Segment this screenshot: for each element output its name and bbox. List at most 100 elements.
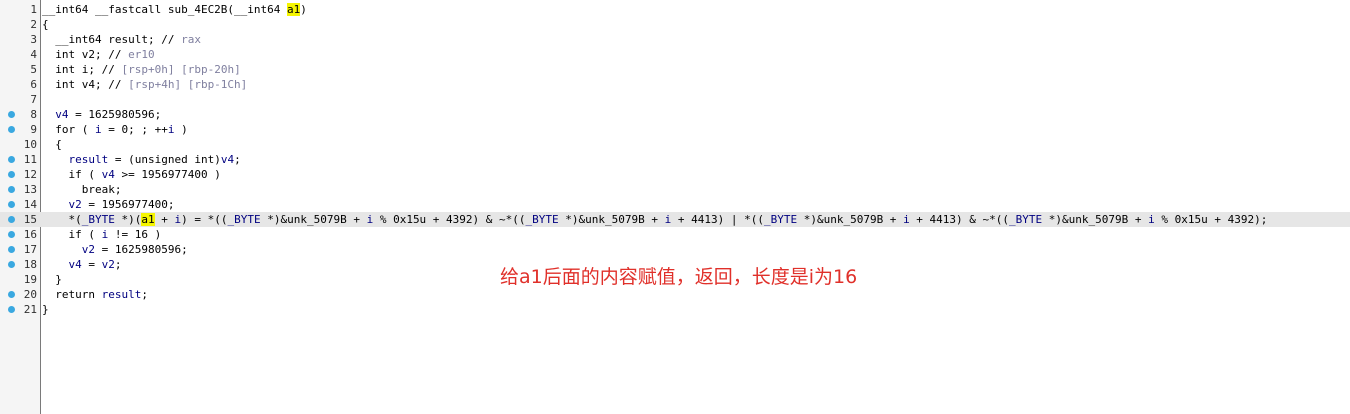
code-token[interactable]: ; — [141, 288, 148, 301]
code-token[interactable] — [42, 108, 55, 121]
code-token[interactable]: v4 — [69, 258, 82, 271]
code-token[interactable]: i — [903, 213, 910, 226]
code-text[interactable]: v2 = 1625980596; — [42, 242, 188, 257]
code-text[interactable]: v2 = 1956977400; — [42, 197, 175, 212]
code-token[interactable]: *( — [42, 213, 81, 226]
code-token[interactable]: *)( — [115, 213, 141, 226]
code-comment[interactable]: [rsp+4h] [rbp-1Ch] — [128, 78, 247, 91]
highlighted-identifier[interactable]: a1 — [287, 3, 301, 16]
code-token[interactable]: *)&unk_5079B + — [261, 213, 367, 226]
code-text[interactable]: break; — [42, 182, 122, 197]
code-token[interactable]: ) — [300, 3, 307, 16]
code-text[interactable]: result = (unsigned int)v4; — [42, 152, 241, 167]
code-token[interactable]: = 1956977400; — [82, 198, 174, 211]
code-token[interactable]: = 0; ; ++ — [102, 123, 168, 136]
code-token[interactable]: return — [42, 288, 102, 301]
code-token[interactable]: { — [42, 18, 49, 31]
code-token[interactable]: } — [42, 303, 49, 316]
code-token[interactable]: result — [69, 153, 109, 166]
code-token[interactable]: _BYTE — [82, 213, 115, 226]
code-token[interactable]: __int64 result; // — [42, 33, 181, 46]
code-token[interactable]: != 16 ) — [108, 228, 161, 241]
code-token[interactable]: v2 — [82, 243, 95, 256]
code-token[interactable]: + 4413) & ~*(( — [910, 213, 1009, 226]
code-token[interactable]: v4 — [55, 108, 68, 121]
code-text[interactable]: for ( i = 0; ; ++i ) — [42, 122, 188, 137]
code-line[interactable]: 11 result = (unsigned int)v4; — [0, 152, 1350, 167]
code-token[interactable]: _BYTE — [1009, 213, 1042, 226]
code-token[interactable]: i — [95, 123, 102, 136]
code-token[interactable]: _BYTE — [526, 213, 559, 226]
code-text[interactable]: v4 = v2; — [42, 257, 122, 272]
code-token[interactable]: ; — [234, 153, 241, 166]
code-token[interactable] — [42, 153, 69, 166]
code-token[interactable]: int v2; // — [42, 48, 128, 61]
highlighted-identifier[interactable]: a1 — [141, 213, 155, 226]
code-line[interactable]: 5 int i; // [rsp+0h] [rbp-20h] — [0, 62, 1350, 77]
code-text[interactable]: { — [42, 17, 49, 32]
code-text[interactable]: __int64 __fastcall sub_4EC2B(__int64 a1) — [42, 2, 307, 17]
code-line[interactable]: 9 for ( i = 0; ; ++i ) — [0, 122, 1350, 137]
code-line[interactable]: 2{ — [0, 17, 1350, 32]
code-token[interactable]: _BYTE — [764, 213, 797, 226]
code-token[interactable]: + 4413) | *(( — [671, 213, 764, 226]
code-token[interactable]: int i; // — [42, 63, 121, 76]
code-text[interactable]: return result; — [42, 287, 148, 302]
code-token[interactable]: __int64 __fastcall sub_4EC2B(__int64 — [42, 3, 287, 16]
code-text[interactable]: } — [42, 302, 49, 317]
code-token[interactable]: if ( — [42, 228, 102, 241]
code-token[interactable]: result — [102, 288, 142, 301]
code-line[interactable]: 1 __int64 __fastcall sub_4EC2B(__int64 a1… — [0, 2, 1350, 17]
code-token[interactable]: v4 — [221, 153, 234, 166]
code-token[interactable]: } — [42, 273, 62, 286]
code-text[interactable]: __int64 result; // rax — [42, 32, 201, 47]
code-text[interactable]: } — [42, 272, 62, 287]
code-token[interactable]: for ( — [42, 123, 95, 136]
code-line[interactable]: 13 break; — [0, 182, 1350, 197]
code-line[interactable]: 15 *(_BYTE *)(a1 + i) = *((_BYTE *)&unk_… — [0, 212, 1350, 227]
code-token[interactable]: % 0x15u + 4392) & ~*(( — [373, 213, 526, 226]
code-text[interactable]: if ( v4 >= 1956977400 ) — [42, 167, 220, 182]
code-text[interactable]: { — [42, 137, 62, 152]
code-token[interactable]: = 1625980596; — [95, 243, 188, 256]
code-comment[interactable]: er10 — [128, 48, 155, 61]
code-line[interactable]: 6 int v4; // [rsp+4h] [rbp-1Ch] — [0, 77, 1350, 92]
code-token[interactable]: % 0x15u + 4392); — [1155, 213, 1267, 226]
code-token[interactable]: ; — [115, 258, 122, 271]
code-token[interactable]: = (unsigned int) — [108, 153, 221, 166]
code-line[interactable]: 10 { — [0, 137, 1350, 152]
code-token[interactable]: _BYTE — [227, 213, 260, 226]
code-token[interactable]: *)&unk_5079B + — [797, 213, 903, 226]
code-token[interactable]: break; — [42, 183, 122, 196]
code-line[interactable]: 4 int v2; // er10 — [0, 47, 1350, 62]
code-token[interactable]: *)&unk_5079B + — [559, 213, 665, 226]
code-token[interactable] — [42, 198, 69, 211]
code-line[interactable]: 20 return result; — [0, 287, 1350, 302]
code-comment[interactable]: [rsp+0h] [rbp-20h] — [121, 63, 240, 76]
code-line[interactable]: 3 __int64 result; // rax — [0, 32, 1350, 47]
code-token[interactable]: + — [155, 213, 175, 226]
code-token[interactable]: ) — [174, 123, 188, 136]
code-token[interactable]: i — [1148, 213, 1155, 226]
code-token[interactable]: if ( — [42, 168, 102, 181]
code-text[interactable]: int v4; // [rsp+4h] [rbp-1Ch] — [42, 77, 247, 92]
code-token[interactable]: = 1625980596; — [69, 108, 161, 121]
code-text[interactable]: v4 = 1625980596; — [42, 107, 161, 122]
code-text[interactable]: int i; // [rsp+0h] [rbp-20h] — [42, 62, 240, 77]
code-token[interactable]: v2 — [69, 198, 82, 211]
code-token[interactable]: = — [82, 258, 102, 271]
code-line[interactable]: 16 if ( i != 16 ) — [0, 227, 1350, 242]
code-text[interactable]: *(_BYTE *)(a1 + i) = *((_BYTE *)&unk_507… — [42, 212, 1267, 227]
code-token[interactable]: >= 1956977400 ) — [115, 168, 220, 181]
code-token[interactable]: { — [42, 138, 62, 151]
code-line[interactable]: 14 v2 = 1956977400; — [0, 197, 1350, 212]
code-token[interactable]: int v4; // — [42, 78, 128, 91]
code-line[interactable]: 8 v4 = 1625980596; — [0, 107, 1350, 122]
code-text[interactable]: int v2; // er10 — [42, 47, 155, 62]
code-token[interactable]: v4 — [102, 168, 115, 181]
code-token[interactable] — [42, 258, 69, 271]
code-line[interactable]: 17 v2 = 1625980596; — [0, 242, 1350, 257]
code-line[interactable]: 12 if ( v4 >= 1956977400 ) — [0, 167, 1350, 182]
code-token[interactable]: v2 — [102, 258, 115, 271]
code-token[interactable]: *)&unk_5079B + — [1042, 213, 1148, 226]
